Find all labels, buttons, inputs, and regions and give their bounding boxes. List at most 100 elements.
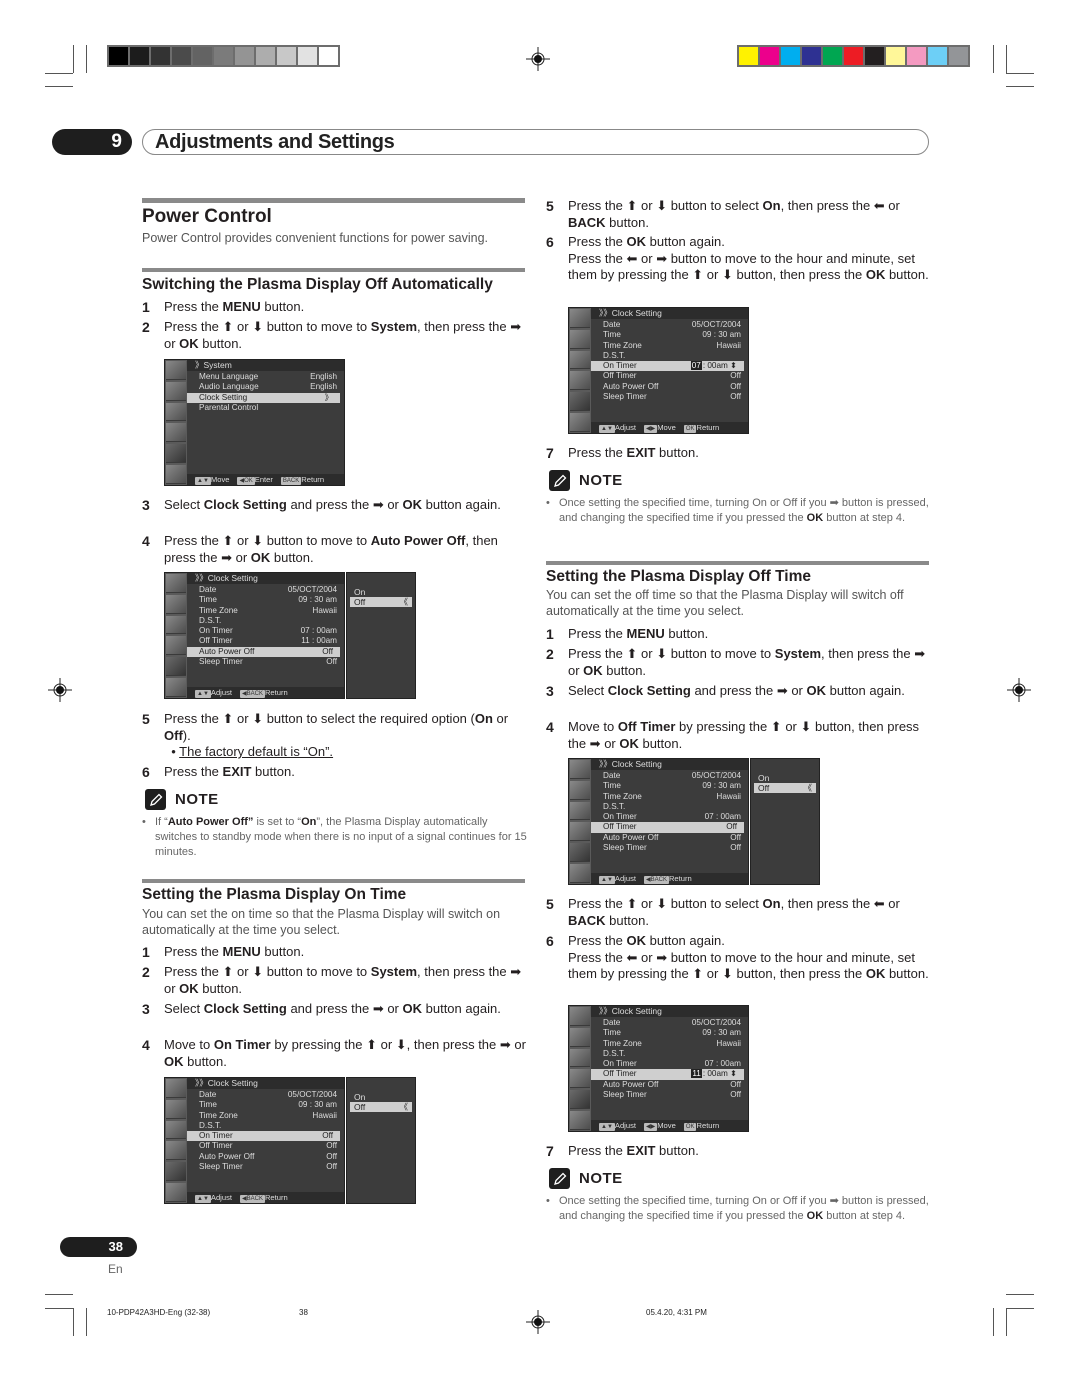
step-number: 1 — [142, 944, 150, 960]
osd-row: Time Zone Hawaii — [187, 606, 344, 616]
osd-row-label: On Timer — [603, 361, 637, 371]
osd-row-value: 05/OCT/2004 — [691, 320, 741, 329]
osd-row-value: 07 : 00am — [704, 812, 741, 822]
note-text: • Once setting the specified time, turnin… — [546, 497, 929, 524]
swatch — [802, 47, 821, 65]
osd-row-label: Time — [603, 1028, 621, 1038]
osd-menu-icon — [166, 381, 186, 401]
step: 2 Press the ⬆ or ⬇ button to move to Syst… — [142, 964, 527, 997]
swatch — [928, 47, 947, 65]
osd-row-label: On Timer — [603, 1059, 637, 1069]
grayscale-calibration-bar — [107, 45, 340, 67]
osd-row-value: 05/OCT/2004 — [691, 771, 741, 780]
osd-row: Audio Language English — [187, 382, 344, 392]
registration-mark-icon — [526, 47, 550, 71]
note-text: • If “Auto Power Off” is set to “On”, the… — [142, 816, 527, 858]
step-number: 4 — [142, 533, 150, 549]
osd-row-label: D.S.T. — [603, 350, 626, 360]
osd-row-value: Off — [730, 1090, 741, 1100]
pencil-note-icon — [549, 470, 570, 491]
swatch — [949, 47, 968, 65]
osd-menu-icon — [166, 1162, 186, 1182]
osd-row: Time 09 : 30 am — [591, 330, 748, 340]
osd-row-label: Menu Language — [199, 372, 259, 381]
osd-row-label: Time — [603, 781, 621, 791]
page-number-badge: 38 — [60, 1237, 137, 1257]
note-heading: NOTE — [549, 470, 623, 491]
osd-row-value: 》 — [324, 392, 333, 402]
osd-screen-on-timer-select: 》》Clock Setting Date 05/OCT/2004 Time 09 : 3… — [164, 1077, 345, 1204]
osd-row: Sleep Timer Off — [591, 1090, 748, 1100]
osd-row-label: Time Zone — [603, 1038, 642, 1048]
osd-option-panel: On Off 《 — [346, 572, 416, 699]
step-text: Press the EXIT button. — [164, 764, 295, 779]
step-number: 6 — [546, 933, 554, 949]
osd-row-label: Off Timer — [603, 1069, 637, 1079]
swatch — [823, 47, 842, 65]
osd-row-value: Off — [726, 822, 737, 832]
crop-mark — [1006, 45, 1007, 73]
osd-row-label: Sleep Timer — [199, 657, 243, 667]
osd-screen-auto-power-off: 》》Clock Setting Date 05/OCT/2004 Time 09 : 3… — [164, 572, 345, 699]
section-rule — [142, 268, 525, 272]
osd-option-panel: On Off 《 — [750, 758, 820, 885]
section-lead: You can set the off time so that the Pla… — [546, 588, 904, 618]
osd-menu-icons — [165, 360, 187, 485]
osd-row-value: 09 : 30 am — [702, 1028, 741, 1038]
osd-footer: ▲▼ Adjust ◀▶ Move OK Return — [591, 422, 748, 433]
osd-menu-icon — [570, 309, 590, 328]
color-calibration-bar — [737, 45, 970, 67]
step-number: 2 — [142, 319, 150, 335]
step: 5 Press the ⬆ or ⬇ button to select the r… — [142, 711, 527, 761]
osd-row: Date 05/OCT/2004 — [591, 771, 748, 781]
osd-row-value: 07 : 00am — [704, 1059, 741, 1069]
step-text: Select Clock Setting and press the ➡ or … — [568, 683, 905, 698]
osd-menu-icon — [570, 371, 590, 391]
osd-row-label: D.S.T. — [603, 801, 626, 811]
step-number: 3 — [546, 683, 554, 699]
osd-menu-icon — [570, 780, 590, 800]
swatch — [319, 47, 338, 65]
step-text: Press the ⬆ or ⬇ button to move to Auto … — [164, 533, 498, 565]
osd-row-label: On Timer — [603, 812, 637, 822]
print-page-number: 38 — [299, 1308, 308, 1317]
swatch — [235, 47, 254, 65]
osd-row: On Timer 07 : 00am — [591, 812, 748, 822]
osd-row-value: English — [310, 382, 337, 392]
step: 3 Select Clock Setting and press the ➡ or… — [142, 497, 527, 514]
osd-menu-icon — [570, 1111, 590, 1130]
osd-row-value: Off — [326, 657, 337, 667]
crop-mark — [45, 86, 73, 87]
crop-mark — [1006, 73, 1034, 74]
print-timestamp: 05.4.20, 4:31 PM — [646, 1308, 707, 1317]
osd-row-value: Off — [730, 381, 741, 391]
osd-menu-icon — [570, 392, 590, 412]
step-number: 5 — [546, 198, 554, 214]
step: 1 Press the MENU button. — [142, 944, 527, 961]
osd-row-value: 07: 00am ⬍ — [690, 361, 737, 371]
osd-row-label: D.S.T. — [199, 615, 222, 625]
osd-menu-icon — [166, 402, 186, 422]
osd-row: D.S.T. — [187, 1121, 344, 1131]
step-number: 3 — [142, 1001, 150, 1017]
osd-row: On Timer Off — [187, 1131, 340, 1142]
osd-row-label: Sleep Timer — [603, 1090, 647, 1100]
osd-row: Sleep Timer Off — [591, 392, 748, 402]
step: 4 Move to Off Timer by pressing the ⬆ or … — [546, 719, 931, 752]
step-number: 6 — [142, 764, 150, 780]
osd-row-value: 09 : 30 am — [298, 1100, 337, 1110]
osd-row-value: 11 : 00am — [301, 636, 337, 646]
osd-row-value: Off — [326, 1141, 337, 1151]
osd-footer: ▲▼ Adjust ◀BACK Return — [591, 873, 748, 884]
swatch — [256, 47, 275, 65]
osd-menu-icon — [166, 361, 186, 380]
osd-menu-icons — [569, 1006, 591, 1131]
osd-menu-icons — [569, 759, 591, 884]
osd-row-value: Hawaii — [312, 1110, 337, 1120]
osd-option: Off 《 — [350, 1102, 412, 1112]
section-rule — [142, 198, 525, 203]
crop-mark — [993, 45, 994, 73]
osd-row-label: Time — [199, 1100, 217, 1110]
osd-menu-icon — [570, 1090, 590, 1110]
osd-row: Sleep Timer Off — [591, 843, 748, 853]
